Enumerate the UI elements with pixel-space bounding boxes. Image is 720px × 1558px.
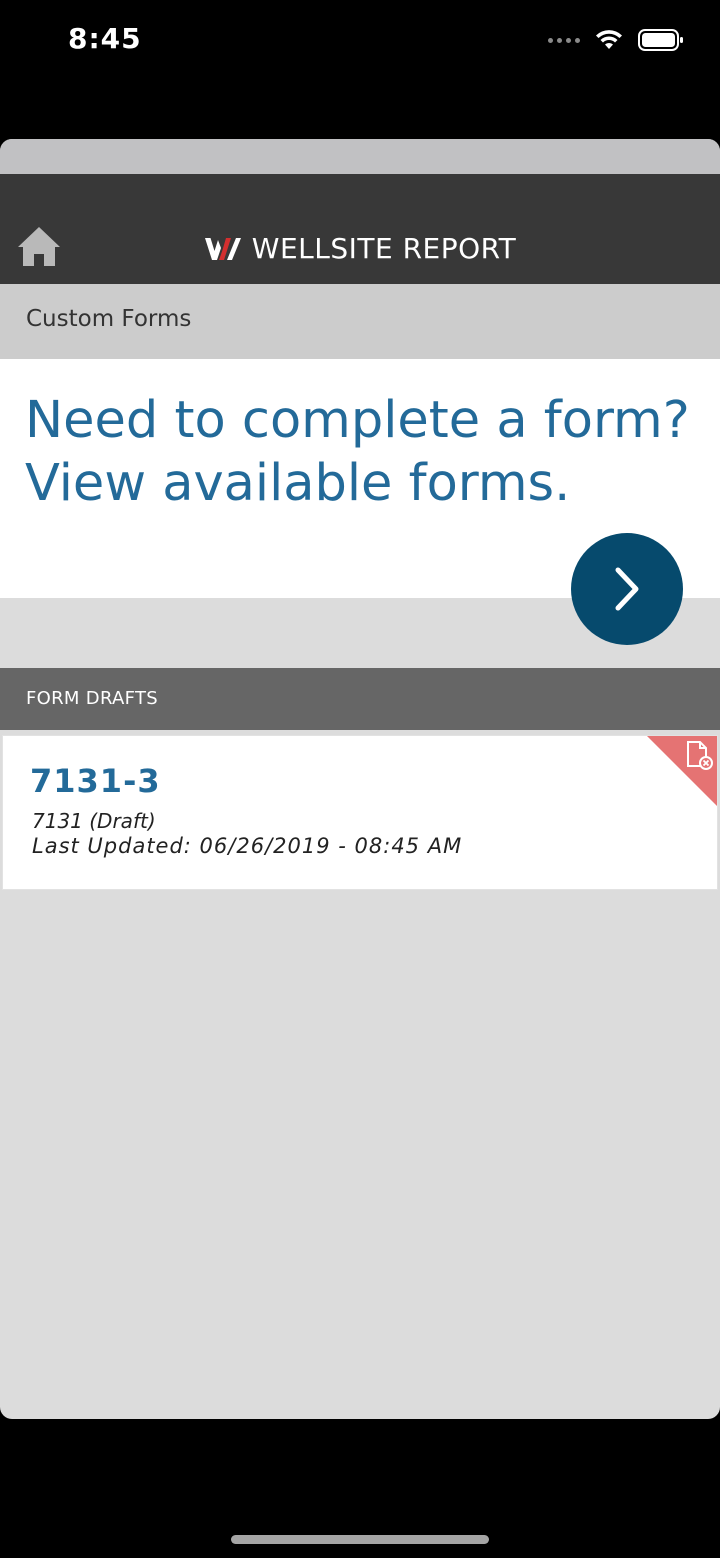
app-title: WELLSITE REPORT [251, 232, 517, 265]
view-forms-button[interactable] [571, 533, 683, 645]
delete-draft-button[interactable] [647, 736, 717, 806]
breadcrumb: Custom Forms [0, 284, 720, 359]
status-bar: 8:45 [0, 0, 720, 80]
brand: WELLSITE REPORT [0, 232, 720, 265]
draft-list-item[interactable]: 7131-3 7131 (Draft) Last Updated: 06/26/… [2, 735, 718, 890]
promo-text: Need to complete a form? View available … [25, 389, 705, 515]
promo-line-2: View available forms. [25, 454, 571, 513]
wifi-icon [596, 30, 622, 49]
status-time: 8:45 [68, 22, 142, 55]
sheet-top-strip [0, 139, 720, 174]
app-sheet: WELLSITE REPORT Custom Forms Need to com… [0, 139, 720, 1419]
wellsite-logo-icon [204, 237, 241, 260]
form-drafts-label: FORM DRAFTS [26, 688, 158, 709]
draft-last-updated: Last Updated: 06/26/2019 - 08:45 AM [32, 834, 463, 858]
draft-title: 7131-3 [30, 762, 161, 800]
breadcrumb-label: Custom Forms [26, 306, 192, 332]
form-drafts-header: FORM DRAFTS [0, 668, 720, 730]
promo-line-1: Need to complete a form? [25, 391, 690, 450]
home-indicator[interactable] [231, 1535, 489, 1544]
delete-document-icon [647, 736, 717, 806]
battery-icon [638, 29, 683, 51]
chevron-right-icon [615, 567, 639, 611]
draft-subtitle: 7131 (Draft) [32, 809, 156, 833]
signal-icon [548, 37, 580, 43]
status-icons [548, 26, 684, 54]
app-header: WELLSITE REPORT [0, 174, 720, 284]
